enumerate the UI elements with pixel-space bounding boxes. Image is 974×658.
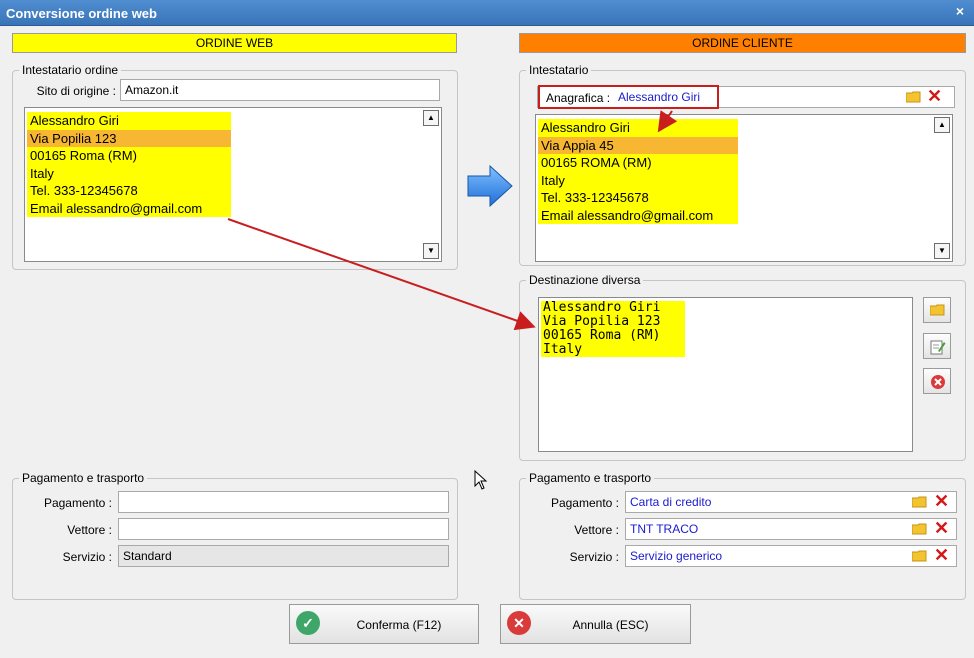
- servizio-label: Servizio :: [569, 550, 619, 564]
- mapping-arrow: [227, 218, 536, 331]
- pagamento-trasporto-left-legend: Pagamento e trasporto: [19, 471, 148, 485]
- conferma-button[interactable]: ✓ Conferma (F12): [289, 604, 479, 644]
- pagamento-cliente-field[interactable]: Carta di credito: [625, 491, 957, 513]
- anagrafica-arrow: [657, 110, 678, 133]
- annulla-button[interactable]: ✕ Annulla (ESC): [500, 604, 691, 644]
- servizio-field[interactable]: Standard: [118, 545, 449, 567]
- servizio-cliente-field[interactable]: Servizio generico: [625, 545, 957, 567]
- clear-icon[interactable]: ✕: [934, 546, 949, 564]
- annulla-label: Annulla (ESC): [572, 618, 649, 632]
- servizio-label: Servizio :: [62, 550, 112, 564]
- pagamento-label: Pagamento :: [550, 496, 619, 510]
- conferma-label: Conferma (F12): [356, 618, 442, 632]
- mouse-cursor-icon: [474, 470, 488, 490]
- clear-icon[interactable]: ✕: [934, 519, 949, 537]
- vettore-field[interactable]: [118, 518, 449, 540]
- clear-icon[interactable]: ✕: [934, 492, 949, 510]
- pagamento-label: Pagamento :: [43, 496, 112, 510]
- folder-icon[interactable]: [912, 550, 928, 562]
- vettore-cliente-field[interactable]: TNT TRACO: [625, 518, 957, 540]
- vettore-label: Vettore :: [574, 523, 619, 537]
- folder-icon[interactable]: [912, 496, 928, 508]
- vettore-label: Vettore :: [67, 523, 112, 537]
- pagamento-field[interactable]: [118, 491, 449, 513]
- folder-icon[interactable]: [912, 523, 928, 535]
- pagamento-trasporto-right-legend: Pagamento e trasporto: [526, 471, 655, 485]
